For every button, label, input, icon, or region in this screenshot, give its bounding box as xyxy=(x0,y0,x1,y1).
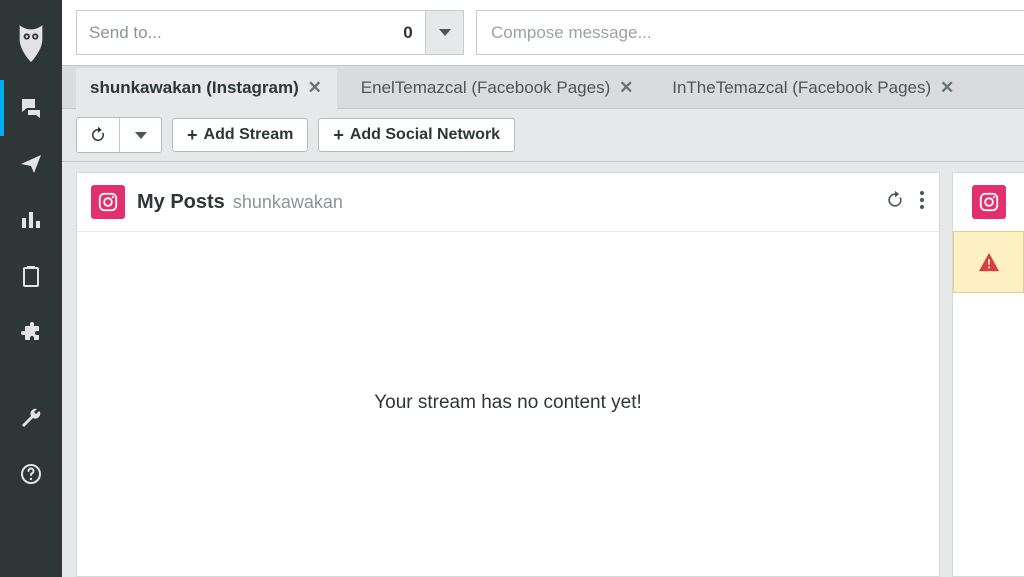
tab-eneltemazcal-facebook[interactable]: EnelTemazcal (Facebook Pages) ✕ xyxy=(347,68,648,108)
stream-my-posts: My Posts shunkawakan Your stream has no … xyxy=(76,172,940,577)
owl-logo-icon xyxy=(14,25,48,65)
add-stream-button[interactable]: + Add Stream xyxy=(172,118,308,152)
refresh-button[interactable] xyxy=(77,118,119,152)
send-to-count: 0 xyxy=(391,11,425,54)
app-root: 0 shunkawakan (Instagram) ✕ EnelTemazcal… xyxy=(0,0,1024,577)
close-icon[interactable]: ✕ xyxy=(939,80,955,96)
instagram-badge xyxy=(972,185,1006,219)
stream-secondary xyxy=(952,172,1024,577)
warning-panel xyxy=(953,231,1024,293)
logo[interactable] xyxy=(0,10,62,80)
nav-tools[interactable] xyxy=(0,390,62,446)
tabs-row: shunkawakan (Instagram) ✕ EnelTemazcal (… xyxy=(62,65,1024,109)
nav-assignments[interactable] xyxy=(0,248,62,304)
send-to-dropdown-toggle[interactable] xyxy=(425,11,463,54)
compose-input[interactable] xyxy=(476,10,1024,55)
refresh-icon xyxy=(885,190,905,210)
nav-analytics[interactable] xyxy=(0,192,62,248)
tab-shunkawakan-instagram[interactable]: shunkawakan (Instagram) ✕ xyxy=(76,68,337,108)
stream-header: My Posts shunkawakan xyxy=(77,173,939,232)
plus-icon: + xyxy=(333,126,344,144)
button-label: Add Social Network xyxy=(350,126,500,144)
tab-label: InTheTemazcal (Facebook Pages) xyxy=(672,78,931,98)
chevron-down-icon xyxy=(135,132,147,139)
send-to-combo: 0 xyxy=(76,10,464,55)
chevron-down-icon xyxy=(439,29,451,36)
instagram-icon xyxy=(97,191,119,213)
analytics-icon xyxy=(19,208,43,232)
toolbar: + Add Stream + Add Social Network xyxy=(62,109,1024,162)
stream-header xyxy=(953,173,1024,231)
nav-apps[interactable] xyxy=(0,304,62,360)
stream-columns: My Posts shunkawakan Your stream has no … xyxy=(62,162,1024,577)
stream-more-button[interactable] xyxy=(919,190,925,215)
warning-icon xyxy=(978,252,1000,272)
instagram-badge xyxy=(91,185,125,219)
stream-body: Your stream has no content yet! xyxy=(77,232,939,576)
empty-message: Your stream has no content yet! xyxy=(374,392,642,414)
tab-label: shunkawakan (Instagram) xyxy=(90,78,299,98)
add-social-network-button[interactable]: + Add Social Network xyxy=(318,118,515,152)
tab-label: EnelTemazcal (Facebook Pages) xyxy=(361,78,610,98)
main-area: 0 shunkawakan (Instagram) ✕ EnelTemazcal… xyxy=(62,0,1024,577)
compose-row: 0 xyxy=(62,0,1024,65)
plus-icon: + xyxy=(187,126,198,144)
send-to-input[interactable] xyxy=(77,11,391,54)
nav-publisher[interactable] xyxy=(0,136,62,192)
instagram-icon xyxy=(978,191,1000,213)
stream-subtitle: shunkawakan xyxy=(233,192,343,213)
help-icon xyxy=(19,462,43,486)
refresh-menu-button[interactable] xyxy=(119,118,161,152)
clipboard-icon xyxy=(19,264,43,288)
refresh-group xyxy=(76,117,162,153)
refresh-icon xyxy=(89,126,107,144)
nav-sidebar xyxy=(0,0,62,577)
more-vertical-icon xyxy=(919,190,925,210)
close-icon[interactable]: ✕ xyxy=(618,80,634,96)
streams-icon xyxy=(19,96,43,120)
stream-refresh-button[interactable] xyxy=(885,190,905,215)
stream-title-wrap: My Posts shunkawakan xyxy=(137,191,873,214)
wrench-icon xyxy=(19,406,43,430)
nav-help[interactable] xyxy=(0,446,62,502)
stream-actions xyxy=(885,190,925,215)
paper-plane-icon xyxy=(19,152,43,176)
puzzle-icon xyxy=(19,320,43,344)
stream-title: My Posts xyxy=(137,191,225,214)
button-label: Add Stream xyxy=(204,126,294,144)
tab-inthetemazcal-facebook[interactable]: InTheTemazcal (Facebook Pages) ✕ xyxy=(658,68,969,108)
nav-streams[interactable] xyxy=(0,80,62,136)
close-icon[interactable]: ✕ xyxy=(307,80,323,96)
